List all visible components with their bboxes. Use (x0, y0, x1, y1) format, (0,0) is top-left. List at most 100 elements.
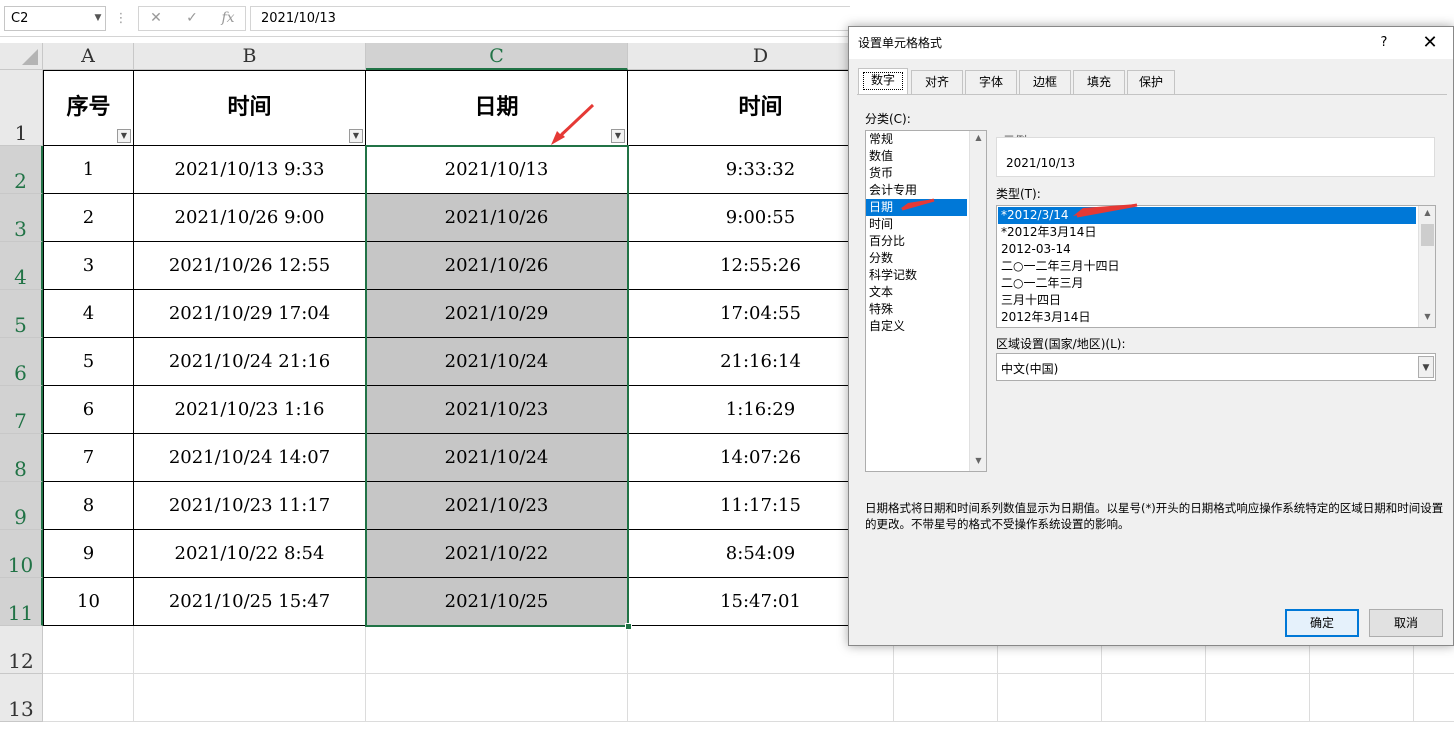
category-item[interactable]: 时间 (866, 216, 967, 233)
tab-protection[interactable]: 保护 (1127, 70, 1175, 94)
table-cell[interactable]: 3 (43, 242, 134, 290)
row-header-4[interactable]: 4 (0, 242, 43, 290)
category-item[interactable]: 科学记数 (866, 267, 967, 284)
table-cell[interactable]: 8 (43, 482, 134, 530)
row-header-2[interactable]: 2 (0, 146, 43, 194)
filter-dropdown-icon[interactable]: ▼ (117, 129, 131, 143)
category-item[interactable]: 分数 (866, 250, 967, 267)
column-header-c[interactable]: C (366, 43, 628, 70)
table-header-cell[interactable]: 序号 ▼ (43, 70, 134, 146)
select-all-corner[interactable] (0, 43, 43, 70)
tab-alignment[interactable]: 对齐 (911, 70, 963, 94)
type-item[interactable]: 二○一二年三月十四日 (998, 258, 1416, 275)
empty-cell[interactable] (134, 626, 366, 674)
table-cell[interactable]: 2021/10/29 17:04 (134, 290, 366, 338)
formula-input[interactable]: 2021/10/13 (250, 6, 850, 31)
scroll-up-icon[interactable]: ▲ (1419, 208, 1436, 217)
scroll-up-icon[interactable]: ▲ (970, 133, 987, 142)
tab-fill[interactable]: 填充 (1073, 70, 1125, 94)
table-cell[interactable]: 6 (43, 386, 134, 434)
type-item[interactable]: *2012年3月14日 (998, 224, 1416, 241)
locale-select[interactable]: 中文(中国) ▼ (996, 353, 1436, 381)
table-cell[interactable]: 2021/10/22 8:54 (134, 530, 366, 578)
row-header-3[interactable]: 3 (0, 194, 43, 242)
empty-cell[interactable] (43, 674, 134, 722)
row-header-11[interactable]: 11 (0, 578, 43, 626)
table-cell[interactable]: 2021/10/23 11:17 (134, 482, 366, 530)
insert-function-icon[interactable]: fx (211, 7, 245, 30)
category-item[interactable]: 文本 (866, 284, 967, 301)
category-list[interactable]: ▲ ▼ 常规 数值 货币 会计专用 日期 时间 百分比 分数 科学记数 文本 特殊 自定义 (865, 130, 987, 472)
empty-cell[interactable] (366, 626, 628, 674)
row-header-1[interactable]: 1 (0, 70, 43, 146)
confirm-edit-icon[interactable]: ✓ (175, 7, 209, 30)
table-cell[interactable]: 1 (43, 146, 134, 194)
empty-cell[interactable] (998, 674, 1102, 722)
fill-handle[interactable] (625, 623, 632, 630)
scroll-down-icon[interactable]: ▼ (970, 456, 987, 465)
tab-font[interactable]: 字体 (965, 70, 1017, 94)
category-item[interactable]: 常规 (866, 131, 967, 148)
row-header-7[interactable]: 7 (0, 386, 43, 434)
tab-border[interactable]: 边框 (1019, 70, 1071, 94)
type-item[interactable]: 2012-03-14 (998, 241, 1416, 258)
category-item[interactable]: 百分比 (866, 233, 967, 250)
table-cell[interactable]: 2 (43, 194, 134, 242)
row-header-9[interactable]: 9 (0, 482, 43, 530)
table-cell[interactable]: 7 (43, 434, 134, 482)
category-item[interactable]: 数值 (866, 148, 967, 165)
row-header-6[interactable]: 6 (0, 338, 43, 386)
empty-cell[interactable] (628, 674, 894, 722)
row-header-5[interactable]: 5 (0, 290, 43, 338)
table-cell[interactable]: 2021/10/24 14:07 (134, 434, 366, 482)
type-item[interactable]: 2012年3月14日 (998, 309, 1416, 326)
empty-cell[interactable] (1414, 674, 1454, 722)
scroll-thumb[interactable] (1421, 224, 1434, 246)
table-cell[interactable]: 2021/10/25 15:47 (134, 578, 366, 626)
cancel-button[interactable]: 取消 (1369, 609, 1443, 637)
help-icon[interactable]: ? (1374, 27, 1394, 59)
type-item[interactable]: 二○一二年三月 (998, 275, 1416, 292)
category-item[interactable]: 货币 (866, 165, 967, 182)
type-item[interactable]: 三月十四日 (998, 292, 1416, 309)
cancel-edit-icon[interactable]: ✕ (139, 7, 173, 30)
table-cell[interactable]: 5 (43, 338, 134, 386)
empty-cell[interactable] (1310, 674, 1414, 722)
scroll-down-icon[interactable]: ▼ (1419, 312, 1436, 321)
row-header-8[interactable]: 8 (0, 434, 43, 482)
filter-dropdown-icon[interactable]: ▼ (349, 129, 363, 143)
type-item[interactable]: *2012/3/14 (998, 207, 1416, 224)
empty-cell[interactable] (43, 626, 134, 674)
table-cell[interactable]: 2021/10/26 9:00 (134, 194, 366, 242)
chevron-down-icon[interactable]: ▼ (1418, 356, 1434, 378)
category-item[interactable]: 特殊 (866, 301, 967, 318)
empty-cell[interactable] (366, 674, 628, 722)
close-icon[interactable]: ✕ (1419, 27, 1441, 59)
empty-cell[interactable] (1206, 674, 1310, 722)
column-header-a[interactable]: A (43, 43, 134, 70)
ok-button[interactable]: 确定 (1285, 609, 1359, 637)
table-cell[interactable]: 2021/10/13 9:33 (134, 146, 366, 194)
table-cell[interactable]: 2021/10/24 21:16 (134, 338, 366, 386)
column-header-b[interactable]: B (134, 43, 366, 70)
row-header-13[interactable]: 13 (0, 674, 43, 722)
table-cell[interactable]: 2021/10/26 12:55 (134, 242, 366, 290)
empty-cell[interactable] (134, 674, 366, 722)
table-cell[interactable]: 2021/10/23 1:16 (134, 386, 366, 434)
chevron-down-icon[interactable]: ▼ (90, 6, 106, 31)
type-scrollbar[interactable]: ▲ ▼ (1418, 206, 1435, 327)
locale-value: 中文(中国) (1001, 362, 1059, 376)
category-scrollbar[interactable]: ▲ ▼ (969, 131, 986, 471)
row-header-10[interactable]: 10 (0, 530, 43, 578)
row-header-12[interactable]: 12 (0, 626, 43, 674)
table-cell[interactable]: 10 (43, 578, 134, 626)
filter-dropdown-icon[interactable]: ▼ (611, 129, 625, 143)
table-header-cell[interactable]: 时间 ▼ (134, 70, 366, 146)
tab-number[interactable]: 数字 (858, 68, 908, 94)
table-cell[interactable]: 4 (43, 290, 134, 338)
category-item[interactable]: 自定义 (866, 318, 967, 335)
table-cell[interactable]: 9 (43, 530, 134, 578)
type-list[interactable]: ▲ ▼ *2012/3/14 *2012年3月14日 2012-03-14 二○一二年… (996, 203, 1436, 328)
empty-cell[interactable] (1102, 674, 1206, 722)
empty-cell[interactable] (894, 674, 998, 722)
